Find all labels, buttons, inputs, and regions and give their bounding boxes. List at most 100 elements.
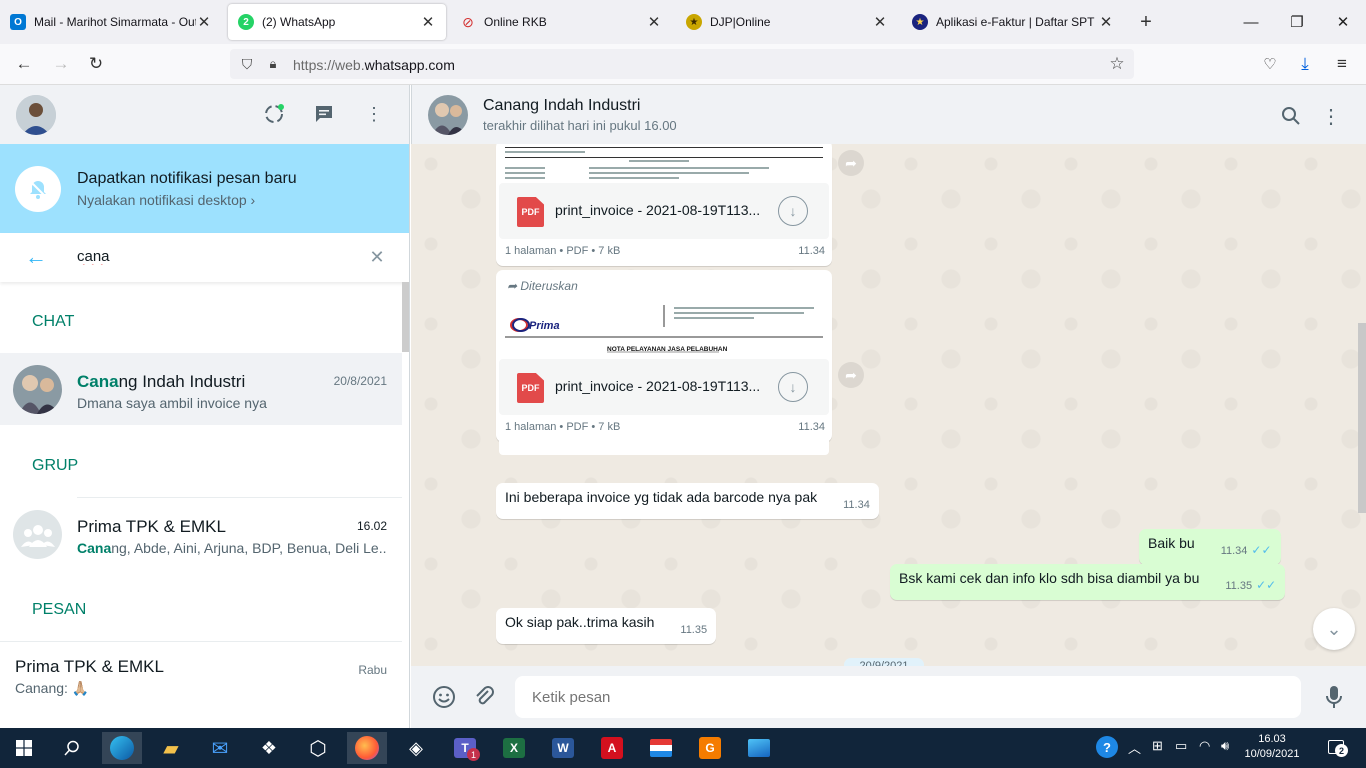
mail-icon[interactable]: ✉	[200, 732, 240, 764]
new-chat-icon[interactable]	[311, 101, 337, 127]
efaktur-icon: ★	[912, 14, 928, 30]
document-preview[interactable]	[499, 144, 829, 183]
result-chat-row[interactable]: Canang Indah Industri Dmana saya ambil i…	[0, 353, 402, 425]
close-tab-icon[interactable]: ✕	[646, 14, 662, 31]
restore-icon[interactable]: ❐	[1274, 0, 1320, 44]
edge-icon[interactable]	[102, 732, 142, 764]
profile-avatar[interactable]	[16, 95, 56, 135]
scrollbar[interactable]	[402, 282, 409, 352]
notification-link[interactable]: Nyalakan notifikasi desktop ›	[77, 192, 255, 208]
notification-count: 2	[1335, 744, 1348, 757]
message-list[interactable]: PDF print_invoice - 2021-08-19T113... ↓ …	[411, 144, 1366, 666]
volume-icon[interactable]: 🔊︎	[1221, 738, 1229, 754]
message-time: 11.34 ✓✓	[1220, 543, 1272, 557]
document-file[interactable]: PDF print_invoice - 2021-08-19T113... ↓	[499, 359, 829, 415]
windows-start-icon[interactable]	[4, 732, 44, 764]
forward-icon[interactable]: →	[47, 50, 75, 78]
result-message-row[interactable]: Prima TPK & EMKL Canang: 🙏🏼 Rabu	[0, 642, 402, 714]
wifi-icon[interactable]: ◠	[1199, 738, 1210, 754]
file-name: print_invoice - 2021-08-19T113...	[555, 202, 761, 218]
reload-icon[interactable]: ↻	[82, 50, 110, 78]
status-icon[interactable]	[261, 101, 287, 127]
close-tab-icon[interactable]: ✕	[196, 14, 212, 31]
document-file[interactable]: PDF print_invoice - 2021-08-19T113... ↓	[499, 183, 829, 239]
excel-icon[interactable]: X	[494, 732, 534, 764]
minimize-icon[interactable]: —	[1228, 0, 1274, 44]
file-explorer-icon[interactable]: ▰	[151, 732, 191, 764]
address-bar[interactable]: ⛉ 🔒︎ https://web.whatsapp.com ☆	[230, 49, 1134, 79]
attach-icon[interactable]	[471, 683, 499, 711]
file-meta: 1 halaman • PDF • 7 kB	[505, 245, 621, 257]
lock-icon[interactable]: 🔒︎	[264, 55, 282, 73]
result-time: 16.02	[356, 519, 387, 533]
downloads-icon[interactable]: ⤓	[1291, 50, 1319, 78]
contact-avatar[interactable]	[428, 95, 468, 135]
scroll-down-icon[interactable]: ⌄	[1313, 608, 1355, 650]
taskbar-clock[interactable]: 16.03 10/09/2021	[1232, 732, 1312, 762]
tab-online-rkb[interactable]: ⊘ Online RKB ✕	[450, 0, 672, 44]
message-input[interactable]	[515, 676, 1301, 718]
url-text[interactable]: https://web.whatsapp.com	[293, 57, 455, 73]
photos-icon[interactable]	[739, 732, 779, 764]
contact-name: Canang Indah Industri	[483, 97, 641, 114]
chevron-up-icon[interactable]: ︿	[1128, 738, 1141, 757]
microphone-icon[interactable]	[1320, 683, 1348, 711]
outlook-icon: O	[10, 14, 26, 30]
tab-outlook[interactable]: O Mail - Marihot Simarmata - Out ✕	[0, 0, 222, 44]
tab-efaktur[interactable]: ★ Aplikasi e-Faktur | Daftar SPT ✕	[902, 0, 1124, 44]
close-tab-icon[interactable]: ✕	[872, 14, 888, 31]
dropbox-icon[interactable]: ❖	[249, 732, 289, 764]
scrollbar[interactable]	[1358, 323, 1366, 513]
tab-whatsapp[interactable]: 2 (2) WhatsApp ✕	[228, 4, 446, 40]
tab-djp-online[interactable]: ★ DJP|Online ✕	[676, 0, 898, 44]
forward-icon[interactable]: ➦	[838, 362, 864, 388]
forward-icon[interactable]: ➦	[838, 150, 864, 176]
outgoing-message: Bsk kami cek dan info klo sdh bisa diamb…	[890, 564, 1286, 600]
window-close-icon[interactable]: ✕	[1320, 0, 1366, 44]
tray-app-icon[interactable]: ⊞	[1152, 738, 1163, 754]
tab-label: (2) WhatsApp	[262, 15, 336, 29]
menu-icon[interactable]: ⋮	[1318, 103, 1344, 129]
shield-icon[interactable]: ⛉	[238, 55, 256, 73]
result-message: Canang, Abde, Aini, Arjuna, BDP, Benua, …	[77, 540, 387, 556]
result-time: 20/8/2021	[333, 374, 387, 388]
pocket-icon[interactable]: ♡	[1256, 50, 1284, 78]
emoji-icon[interactable]	[430, 683, 458, 711]
app-icon[interactable]: ◈	[396, 732, 436, 764]
new-tab-icon[interactable]: +	[1134, 10, 1158, 34]
firefox-icon[interactable]	[347, 732, 387, 764]
close-tab-icon[interactable]: ✕	[1098, 14, 1114, 31]
search-results: CHAT Canang Indah Industri Dmana saya am…	[0, 282, 402, 728]
acrobat-icon[interactable]: A	[592, 732, 632, 764]
app-icon[interactable]	[641, 732, 681, 764]
menu-icon[interactable]: ≡	[1328, 50, 1356, 78]
word-icon[interactable]: W	[543, 732, 583, 764]
download-icon[interactable]: ↓	[778, 196, 808, 226]
tab-label: Aplikasi e-Faktur | Daftar SPT	[936, 15, 1095, 29]
menu-icon[interactable]: ⋮	[361, 101, 387, 127]
search-input[interactable]	[77, 248, 357, 265]
help-icon[interactable]: ?	[1096, 736, 1118, 758]
browser-nav-bar: ← → ↻ ⛉ 🔒︎ https://web.whatsapp.com ☆ ♡ …	[0, 44, 1366, 85]
whatsapp-icon: 2	[238, 14, 254, 30]
search-icon[interactable]	[1278, 103, 1304, 129]
close-tab-icon[interactable]: ✕	[420, 14, 436, 31]
result-group-row[interactable]: Prima TPK & EMKL Canang, Abde, Aini, Arj…	[0, 498, 402, 570]
clear-search-icon[interactable]: ✕	[366, 246, 388, 268]
security-app-icon[interactable]: ⬡	[298, 732, 338, 764]
incoming-message: Ini beberapa invoice yg tidak ada barcod…	[496, 483, 879, 519]
group-avatar	[13, 510, 62, 559]
download-icon[interactable]: ↓	[778, 372, 808, 402]
bookmark-star-icon[interactable]: ☆	[1106, 53, 1128, 75]
notification-banner[interactable]: Dapatkan notifikasi pesan baru Nyalakan …	[0, 144, 409, 233]
conversation-header[interactable]: Canang Indah Industri terakhir dilihat h…	[411, 85, 1366, 144]
search-icon[interactable]	[52, 732, 92, 764]
djp-icon: ★	[686, 14, 702, 30]
prima-logo: Prima	[529, 320, 560, 332]
back-arrow-icon[interactable]: ←	[24, 244, 48, 269]
back-icon[interactable]: ←	[10, 50, 38, 78]
notification-center-icon[interactable]: 2	[1326, 737, 1348, 757]
teams-icon[interactable]: T1	[445, 732, 485, 764]
pdf-app-icon[interactable]: G	[690, 732, 730, 764]
battery-icon[interactable]: ▭	[1175, 738, 1187, 754]
